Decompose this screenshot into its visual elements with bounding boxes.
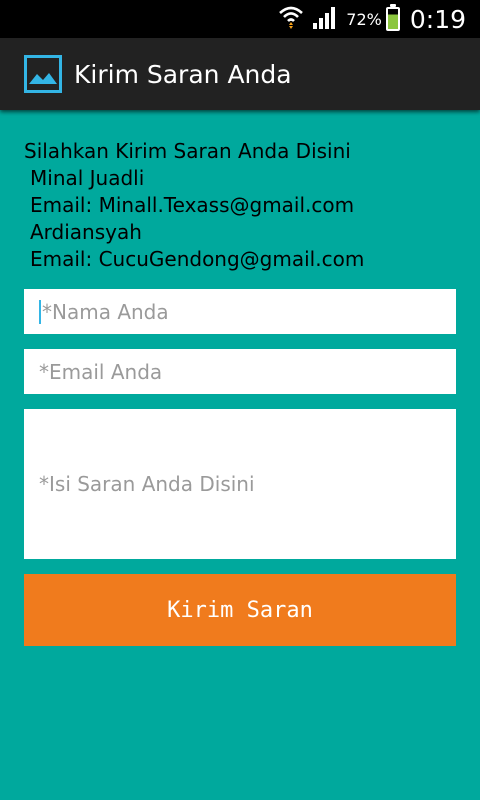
email-placeholder: *Email Anda — [39, 359, 163, 384]
action-bar: Kirim Saran Anda — [0, 38, 480, 110]
info-text: Silahkan Kirim Saran Anda Disini Minal J… — [24, 138, 456, 273]
contact-name-1: Minal Juadli — [30, 166, 145, 190]
battery-icon — [385, 4, 400, 31]
clock: 0:19 — [409, 4, 466, 34]
signal-icon — [312, 5, 340, 34]
contact-email-1: Email: Minall.Texass@gmail.com — [30, 193, 355, 217]
image-icon[interactable] — [24, 55, 62, 93]
info-heading: Silahkan Kirim Saran Anda Disini — [24, 139, 351, 163]
submit-button[interactable]: Kirim Saran — [24, 574, 456, 646]
email-input[interactable]: *Email Anda — [24, 349, 456, 394]
battery-percent: 72% — [346, 9, 382, 29]
name-input[interactable]: *Nama Anda — [24, 289, 456, 334]
message-placeholder: *Isi Saran Anda Disini — [39, 472, 255, 496]
text-cursor — [39, 299, 41, 324]
contact-email-2: Email: CucuGendong@gmail.com — [30, 247, 365, 271]
status-bar: 72% 0:19 — [0, 0, 480, 38]
contact-name-2: Ardiansyah — [30, 220, 142, 244]
message-textarea[interactable]: *Isi Saran Anda Disini — [24, 409, 456, 559]
page-title: Kirim Saran Anda — [74, 59, 292, 89]
name-placeholder: *Nama Anda — [42, 299, 169, 324]
wifi-icon — [278, 4, 304, 35]
